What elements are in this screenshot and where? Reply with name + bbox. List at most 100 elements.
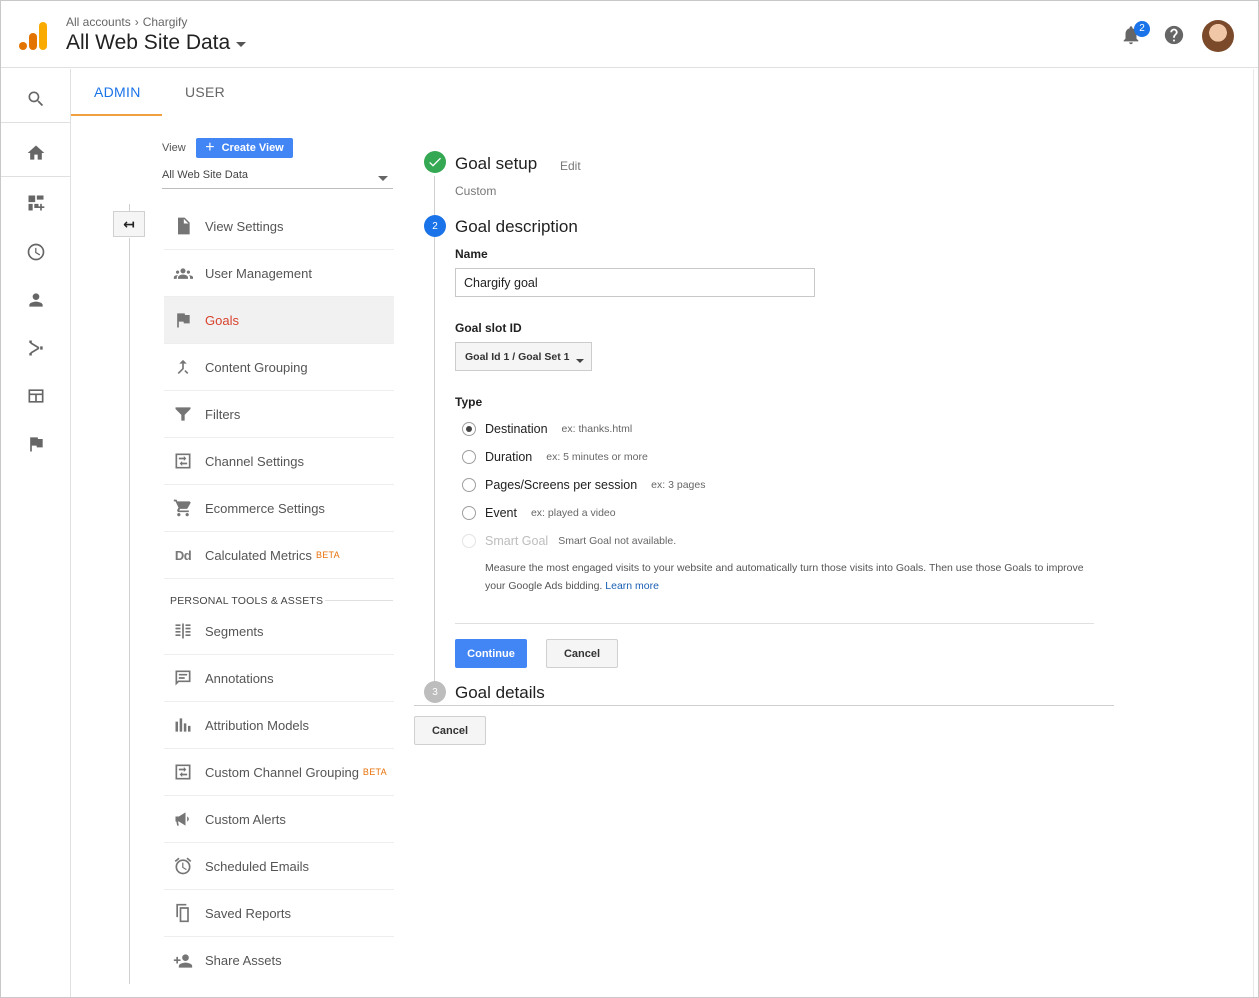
admin-item-ecommerce-settings[interactable]: Ecommerce Settings [164,485,394,532]
goal-name-input[interactable] [455,268,815,297]
breadcrumb[interactable]: All accounts › Chargify [66,15,187,29]
tree-line [129,238,130,984]
rail-behavior[interactable] [1,372,70,420]
step-number-badge: 3 [424,681,446,703]
admin-item-label: Attribution Models [205,717,310,733]
cart-icon [172,498,194,518]
tab-admin[interactable]: ADMIN [71,69,162,116]
type-option-label: Event [485,506,517,520]
flag-icon [172,310,194,330]
type-option-label: Destination [485,422,548,436]
type-option-label: Smart Goal [485,534,549,548]
admin-item-scheduled-emails[interactable]: Scheduled Emails [164,843,394,890]
tab-user[interactable]: USER [162,69,248,116]
cancel-button[interactable]: Cancel [414,716,486,745]
notification-badge: 2 [1134,21,1150,37]
type-option-label: Duration [485,450,533,464]
beta-badge: BETA [362,767,387,777]
channel-icon [172,451,194,471]
megaphone-icon [172,809,194,829]
admin-item-custom-alerts[interactable]: Custom Alerts [164,796,394,843]
goal-setup-edit-link[interactable]: Edit [560,159,581,173]
admin-item-filters[interactable]: Filters [164,391,394,438]
type-option-example: Smart Goal not available. [558,535,677,547]
help-icon[interactable] [1163,24,1185,46]
rail-acquisition[interactable] [1,324,70,372]
type-option-label: Pages/Screens per session [485,478,638,492]
admin-item-label: Channel Settings [205,453,305,469]
admin-item-custom-channel-grouping[interactable]: Custom Channel Grouping BETA [164,749,394,796]
caret-down-icon [378,176,388,181]
radio-duration[interactable] [462,450,476,464]
rail-search[interactable] [1,75,70,123]
acquisition-icon [28,340,43,356]
learn-more-link[interactable]: Learn more [605,580,659,592]
rail-home[interactable] [1,129,70,177]
scrollbar[interactable] [1253,69,1258,997]
admin-item-calculated-metrics[interactable]: Dd Calculated Metrics BETA [164,532,394,579]
step-cancel-button[interactable]: Cancel [546,639,618,668]
goal-slot-value: Goal Id 1 / Goal Set 1 [465,350,570,363]
rail-customization[interactable] [1,179,70,227]
step-title-goal-details: Goal details [455,683,545,702]
radio-pages-per-session[interactable] [462,478,476,492]
left-rail [1,69,71,997]
admin-item-label: Filters [205,406,241,422]
app-window: All accounts › Chargify All Web Site Dat… [0,0,1259,998]
type-option-pages-per-session[interactable]: Pages/Screens per session ex: 3 pages [462,478,705,492]
admin-item-label: Content Grouping [205,359,308,375]
admin-item-user-management[interactable]: User Management [164,250,394,297]
rail-realtime[interactable] [1,228,70,276]
breadcrumb-account[interactable]: Chargify [143,15,188,29]
goal-slot-select[interactable]: Goal Id 1 / Goal Set 1 [455,342,592,371]
step-title-goal-setup: Goal setup [455,154,538,173]
admin-item-goals[interactable]: Goals [164,297,394,344]
back-button[interactable]: ↤ [113,211,145,237]
admin-item-annotations[interactable]: Annotations [164,655,394,702]
type-option-smart-goal: Smart Goal Smart Goal not available. [462,534,676,548]
admin-item-attribution-models[interactable]: Attribution Models [164,702,394,749]
name-label: Name [455,247,488,261]
user-avatar[interactable] [1202,20,1234,52]
top-bar: All accounts › Chargify All Web Site Dat… [1,1,1258,68]
type-option-duration[interactable]: Duration ex: 5 minutes or more [462,450,648,464]
continue-button[interactable]: Continue [455,639,527,668]
wizard-step-line [434,176,435,686]
admin-item-channel-settings[interactable]: Channel Settings [164,438,394,485]
wizard-bottom-divider [414,705,1114,706]
type-option-destination[interactable]: Destination ex: thanks.html [462,422,632,436]
admin-item-label: User Management [205,265,312,281]
analytics-logo-icon[interactable] [18,21,48,51]
admin-item-label: Ecommerce Settings [205,500,325,516]
view-select[interactable]: All Web Site Data [162,169,393,189]
radio-destination[interactable] [462,422,476,436]
admin-item-label: Custom Channel Grouping [205,764,359,780]
radio-event[interactable] [462,506,476,520]
admin-item-view-settings[interactable]: View Settings [164,203,394,250]
create-view-button[interactable]: + Create View [196,138,293,158]
breadcrumb-root[interactable]: All accounts [66,15,131,29]
admin-item-label: Custom Alerts [205,811,286,827]
view-title: All Web Site Data [66,31,231,54]
chevron-right-icon: › [134,15,139,29]
section-header-personal-tools: PERSONAL TOOLS & ASSETS [170,595,324,607]
admin-item-saved-reports[interactable]: Saved Reports [164,890,394,937]
admin-item-segments[interactable]: Segments [164,608,394,655]
bars-icon [172,715,194,735]
admin-item-content-grouping[interactable]: Content Grouping [164,344,394,391]
view-picker[interactable]: All Web Site Data [66,31,247,55]
alarm-icon [172,856,194,876]
rail-conversions[interactable] [1,420,70,468]
type-option-event[interactable]: Event ex: played a video [462,506,616,520]
filter-icon [172,404,194,424]
caret-down-icon [576,359,584,363]
smart-goal-note-text: Measure the most engaged visits to your … [485,562,1084,592]
flag-icon [29,437,43,452]
rail-audience[interactable] [1,276,70,324]
person-add-icon [172,951,194,971]
dd-icon: Dd [174,547,192,563]
admin-item-label: Calculated Metrics [205,547,312,563]
browser-window-icon [28,389,43,403]
create-view-label: Create View [221,142,284,154]
admin-item-share-assets[interactable]: Share Assets [164,937,394,984]
